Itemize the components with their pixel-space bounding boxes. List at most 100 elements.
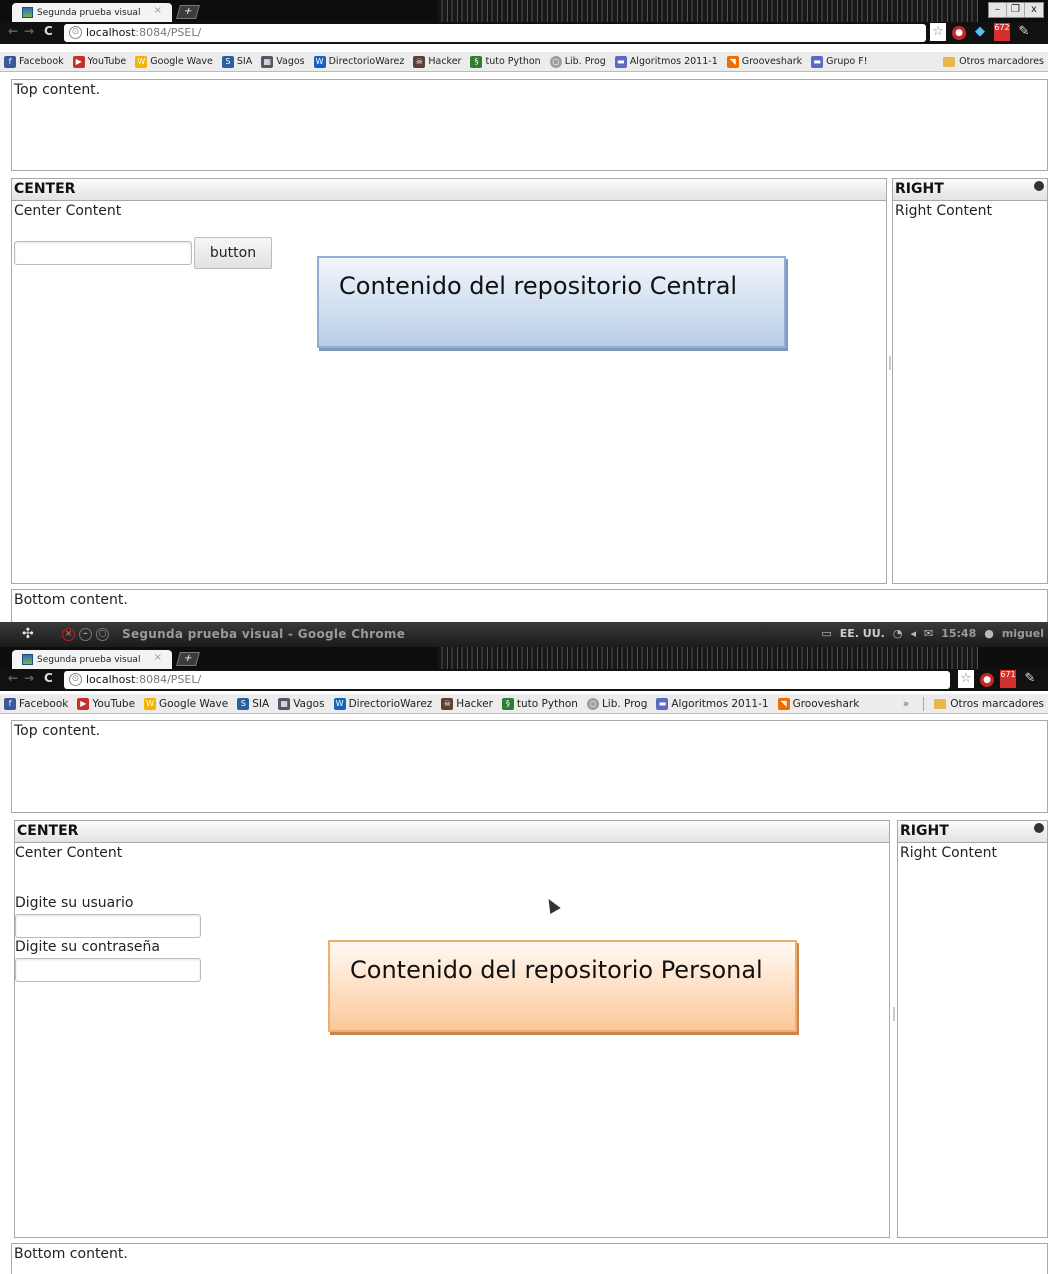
right-content-text: Right Content bbox=[895, 203, 992, 219]
bookmark-google-wave[interactable]: W Google Wave bbox=[144, 697, 228, 710]
wifi-icon[interactable]: ◔ bbox=[893, 627, 903, 640]
right-header-title: RIGHT bbox=[900, 823, 949, 839]
other-bookmarks[interactable]: Otros marcadores bbox=[943, 56, 1044, 67]
close-window-button[interactable]: x bbox=[1025, 3, 1043, 17]
bookmark-tuto-python[interactable]: § tuto Python bbox=[501, 697, 578, 710]
bookmark-hacker[interactable]: ☠ Hacker bbox=[441, 697, 493, 710]
bookmark-algoritmos[interactable]: ▬ Algoritmos 2011-1 bbox=[614, 55, 718, 68]
bookmark-grooveshark[interactable]: ◥ Grooveshark bbox=[726, 55, 802, 68]
tab-close-icon[interactable]: × bbox=[154, 652, 162, 663]
hacker-icon: ☠ bbox=[441, 697, 454, 710]
keyboard-layout[interactable]: EE. UU. bbox=[840, 627, 885, 640]
gmail-checker-icon[interactable]: 671 bbox=[1000, 670, 1016, 688]
clock[interactable]: 15:48 bbox=[941, 627, 976, 640]
wrench-menu-icon[interactable]: ✎ bbox=[1022, 670, 1038, 688]
browser-toolbar: ← → C ⊙ localhost:8084/PSEL/ ☆ ● 671 ✎ bbox=[0, 669, 1048, 691]
bookmarks-divider bbox=[923, 696, 925, 711]
back-arrow-icon[interactable]: ← bbox=[8, 671, 18, 685]
reload-icon[interactable]: C bbox=[44, 24, 53, 38]
bookmark-tuto-python[interactable]: § tuto Python bbox=[470, 55, 541, 68]
bookmark-vagos[interactable]: ▦ Vagos bbox=[278, 697, 325, 710]
browser-tab[interactable]: Segunda prueba visual × bbox=[12, 650, 172, 669]
callout-central: Contenido del repositorio Central bbox=[317, 256, 786, 348]
bookmark-lib-prog[interactable]: ○ Lib. Prog bbox=[586, 697, 647, 710]
bookmark-sia[interactable]: S SIA bbox=[237, 697, 270, 710]
os-window-title: Segunda prueba visual - Google Chrome bbox=[122, 627, 406, 641]
sia-icon: S bbox=[237, 697, 250, 710]
text-input[interactable] bbox=[14, 241, 192, 265]
tab-strip: Segunda prueba visual × + – ❐ x bbox=[0, 0, 1048, 22]
extension-icon[interactable]: ◆ bbox=[972, 23, 988, 41]
splitter-handle[interactable] bbox=[893, 1007, 895, 1021]
username[interactable]: miguel bbox=[1002, 627, 1044, 640]
chat-icon[interactable]: ● bbox=[984, 627, 994, 640]
gmail-checker-icon[interactable]: 672 bbox=[994, 23, 1010, 41]
collapse-icon[interactable] bbox=[1034, 181, 1044, 191]
bookmark-sia[interactable]: S SIA bbox=[221, 55, 252, 68]
page-info-icon[interactable]: ⊙ bbox=[69, 673, 82, 686]
tab-close-icon[interactable]: × bbox=[154, 5, 162, 16]
address-bar[interactable]: ⊙ localhost:8084/PSEL/ bbox=[64, 671, 950, 689]
bookmark-star-icon[interactable]: ☆ bbox=[930, 23, 946, 41]
grooveshark-icon: ◥ bbox=[726, 55, 739, 68]
collapse-icon[interactable] bbox=[1034, 823, 1044, 833]
submit-button[interactable]: button bbox=[194, 237, 272, 269]
bookmark-label: YouTube bbox=[92, 697, 136, 710]
bookmark-algoritmos[interactable]: ▬ Algoritmos 2011-1 bbox=[656, 697, 769, 710]
bookmark-facebook[interactable]: f Facebook bbox=[4, 697, 68, 710]
right-content-text: Right Content bbox=[900, 845, 997, 861]
bookmark-star-icon[interactable]: ☆ bbox=[958, 670, 974, 688]
bookmark-lib-prog[interactable]: ○ Lib. Prog bbox=[549, 55, 606, 68]
maximize-button[interactable]: ❐ bbox=[1007, 3, 1025, 17]
bookmarks-overflow-chevron[interactable]: » bbox=[903, 698, 909, 710]
volume-icon[interactable]: ◂ bbox=[910, 627, 916, 640]
tab-title: Segunda prueba visual bbox=[37, 7, 141, 18]
wrench-menu-icon[interactable]: ✎ bbox=[1016, 23, 1032, 41]
window-controls: – ❐ x bbox=[988, 2, 1044, 18]
other-bookmarks[interactable]: » Otros marcadores bbox=[899, 696, 1044, 711]
bookmark-youtube[interactable]: ▶ YouTube bbox=[72, 55, 127, 68]
center-header: CENTER bbox=[15, 821, 889, 843]
tab-title: Segunda prueba visual bbox=[37, 654, 141, 665]
bookmark-grupo-f[interactable]: ▬ Grupo F! bbox=[811, 55, 868, 68]
record-extension-icon[interactable]: ● bbox=[980, 673, 994, 687]
password-input[interactable] bbox=[15, 958, 201, 982]
os-taskbar: ✣ × – ○ Segunda prueba visual - Google C… bbox=[0, 622, 1048, 647]
bookmark-label: Vagos bbox=[293, 697, 325, 710]
back-arrow-icon[interactable]: ← bbox=[8, 24, 18, 38]
page-info-icon[interactable]: ⊙ bbox=[69, 26, 82, 39]
minimize-window-icon[interactable]: – bbox=[79, 628, 92, 641]
center-region: CENTER Center Content button bbox=[11, 178, 887, 584]
forward-arrow-icon[interactable]: → bbox=[24, 24, 34, 38]
bookmark-label: Algoritmos 2011-1 bbox=[629, 56, 718, 67]
bookmark-label: SIA bbox=[252, 697, 270, 710]
username-input[interactable] bbox=[15, 914, 201, 938]
forward-arrow-icon[interactable]: → bbox=[24, 671, 34, 685]
mail-tray-icon[interactable]: ✉ bbox=[924, 627, 933, 640]
bookmark-label: DirectorioWarez bbox=[328, 56, 405, 67]
reload-icon[interactable]: C bbox=[44, 671, 53, 685]
maximize-window-icon[interactable]: ○ bbox=[96, 628, 109, 641]
network-icon[interactable]: ▭ bbox=[821, 627, 831, 640]
record-extension-icon[interactable]: ● bbox=[952, 26, 966, 40]
bookmark-vagos[interactable]: ▦ Vagos bbox=[261, 55, 305, 68]
browser-tab[interactable]: Segunda prueba visual × bbox=[12, 3, 172, 22]
bookmark-label: Grupo F! bbox=[826, 56, 868, 67]
top-content-text: Top content. bbox=[14, 723, 101, 739]
bookmark-directoriowarez[interactable]: W DirectorioWarez bbox=[313, 55, 405, 68]
bookmark-google-wave[interactable]: W Google Wave bbox=[135, 55, 213, 68]
bookmark-grooveshark[interactable]: ◥ Grooveshark bbox=[777, 697, 859, 710]
bottom-region: Bottom content. bbox=[11, 1243, 1048, 1274]
bookmark-hacker[interactable]: ☠ Hacker bbox=[413, 55, 461, 68]
address-bar[interactable]: ⊙ localhost:8084/PSEL/ bbox=[64, 24, 926, 42]
bookmark-directoriowarez[interactable]: W DirectorioWarez bbox=[333, 697, 432, 710]
close-window-icon[interactable]: × bbox=[62, 628, 75, 641]
bookmark-youtube[interactable]: ▶ YouTube bbox=[77, 697, 136, 710]
new-tab-button[interactable]: + bbox=[176, 652, 200, 666]
bookmark-label: YouTube bbox=[87, 56, 127, 67]
minimize-button[interactable]: – bbox=[989, 3, 1007, 17]
bookmark-facebook[interactable]: f Facebook bbox=[4, 55, 64, 68]
splitter-handle[interactable] bbox=[889, 356, 891, 370]
new-tab-button[interactable]: + bbox=[176, 5, 200, 19]
ubuntu-logo-icon[interactable]: ✣ bbox=[22, 626, 34, 642]
